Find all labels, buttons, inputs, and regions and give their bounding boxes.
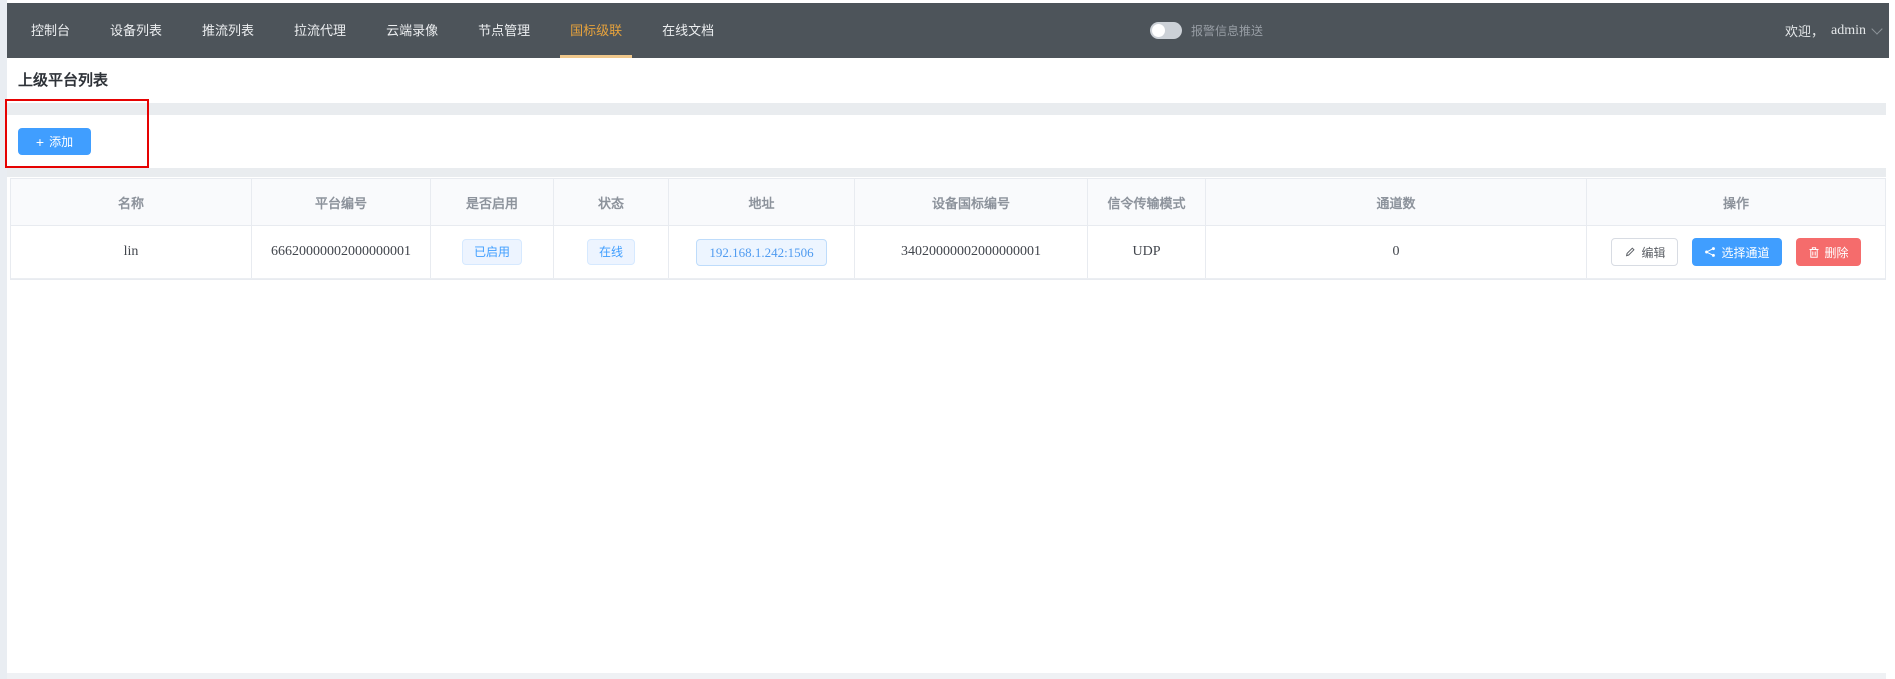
device-gb-id: 34020000002000000001 <box>901 244 1041 260</box>
user-menu[interactable]: 欢迎， admin <box>1785 3 1881 58</box>
section-divider-bottom <box>7 168 1886 177</box>
add-button[interactable]: + 添加 <box>18 128 91 155</box>
chevron-down-icon <box>1871 23 1882 34</box>
select-channel-button[interactable]: 选择通道 <box>1692 238 1781 266</box>
nav-item-device-list[interactable]: 设备列表 <box>90 3 182 58</box>
enabled-badge: 已启用 <box>462 239 522 265</box>
title-bar: 上级平台列表 <box>7 58 1889 103</box>
header-transport-mode: 信令传输模式 <box>1088 179 1206 225</box>
nav-menu: 控制台 设备列表 推流列表 拉流代理 云端录像 节点管理 国标级联 在线文档 <box>7 3 1889 58</box>
nav-item-online-docs[interactable]: 在线文档 <box>642 3 734 58</box>
trash-icon <box>1808 246 1820 259</box>
nav-item-push-stream-list[interactable]: 推流列表 <box>182 3 274 58</box>
edit-button-label: 编辑 <box>1641 244 1665 261</box>
header-channel-count: 通道数 <box>1206 179 1587 225</box>
nav-item-node-management[interactable]: 节点管理 <box>458 3 550 58</box>
header-device-gb-id: 设备国标编号 <box>855 179 1088 225</box>
cell-status: 在线 <box>554 226 669 278</box>
user-greeting: 欢迎， <box>1785 21 1824 40</box>
cell-platform-id: 66620000002000000001 <box>252 226 431 278</box>
header-status: 状态 <box>554 179 669 225</box>
alarm-push-label: 报警信息推送 <box>1191 22 1263 39</box>
cell-name: lin <box>11 226 252 278</box>
nav-item-pull-stream-proxy[interactable]: 拉流代理 <box>274 3 366 58</box>
delete-button-label: 删除 <box>1825 244 1849 261</box>
nav-item-console[interactable]: 控制台 <box>11 3 90 58</box>
transport-mode: UDP <box>1132 244 1160 260</box>
alarm-push-toggle-group: 报警信息推送 <box>1150 3 1263 58</box>
select-channel-button-label: 选择通道 <box>1721 244 1769 261</box>
app-root: 控制台 设备列表 推流列表 拉流代理 云端录像 节点管理 国标级联 在线文档 报… <box>0 0 1895 679</box>
header-actions: 操作 <box>1587 179 1885 225</box>
header-enabled: 是否启用 <box>431 179 554 225</box>
page-title: 上级平台列表 <box>18 58 108 103</box>
add-button-label: 添加 <box>49 133 73 150</box>
cell-device-gb-id: 34020000002000000001 <box>855 226 1088 278</box>
nav-item-gb-cascade-active[interactable]: 国标级联 <box>550 3 642 58</box>
table-header-row: 名称 平台编号 是否启用 状态 地址 设备国标编号 信令传输模式 通道数 操作 <box>11 179 1885 226</box>
header-platform-id: 平台编号 <box>252 179 431 225</box>
platform-table: 名称 平台编号 是否启用 状态 地址 设备国标编号 信令传输模式 通道数 操作 … <box>10 178 1886 280</box>
table-row: lin 66620000002000000001 已启用 在线 192.168.… <box>11 226 1885 279</box>
nav-item-cloud-recording[interactable]: 云端录像 <box>366 3 458 58</box>
header-name: 名称 <box>11 179 252 225</box>
toggle-knob <box>1152 24 1165 37</box>
section-divider-top <box>7 103 1886 115</box>
address-chip: 192.168.1.242:1506 <box>696 239 826 266</box>
cell-enabled: 已启用 <box>431 226 554 278</box>
cell-actions: 编辑 选择通道 删除 <box>1587 226 1885 278</box>
plus-icon: + <box>36 135 44 149</box>
channel-count: 0 <box>1393 244 1400 260</box>
alarm-push-toggle[interactable] <box>1150 22 1182 39</box>
cell-address: 192.168.1.242:1506 <box>669 226 855 278</box>
share-icon <box>1704 246 1716 258</box>
edit-button[interactable]: 编辑 <box>1611 238 1678 266</box>
cell-channel-count: 0 <box>1206 226 1587 278</box>
window-bottom-edge <box>7 673 1886 679</box>
platform-name: lin <box>124 244 139 260</box>
window-left-edge <box>0 0 7 679</box>
top-navbar: 控制台 设备列表 推流列表 拉流代理 云端录像 节点管理 国标级联 在线文档 报… <box>7 3 1889 58</box>
delete-button[interactable]: 删除 <box>1796 238 1861 266</box>
status-badge: 在线 <box>587 239 635 265</box>
cell-transport-mode: UDP <box>1088 226 1206 278</box>
action-buttons: 编辑 选择通道 删除 <box>1611 238 1860 266</box>
platform-id: 66620000002000000001 <box>271 244 411 260</box>
username: admin <box>1831 23 1866 39</box>
header-address: 地址 <box>669 179 855 225</box>
edit-pencil-icon <box>1624 246 1636 258</box>
